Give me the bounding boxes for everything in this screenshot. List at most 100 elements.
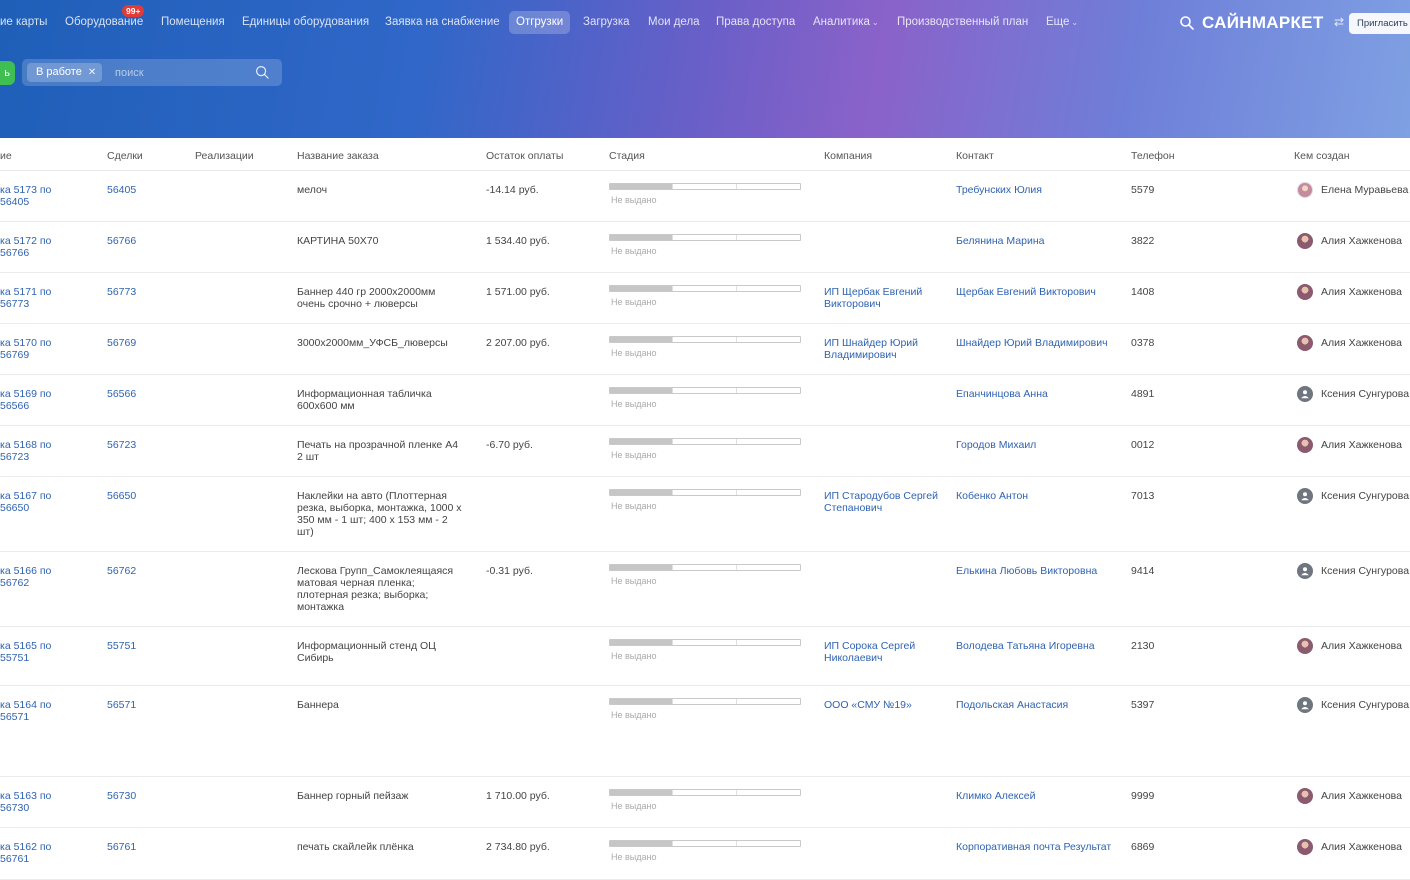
stage-progress[interactable]: Не выдано	[609, 564, 801, 587]
nav-item-access-rights[interactable]: Права доступа	[709, 11, 802, 34]
creator[interactable]: Алия Хажкенова	[1297, 437, 1402, 453]
nav-item-loading[interactable]: Загрузка	[576, 11, 637, 34]
deal-link[interactable]: 56566	[107, 388, 136, 400]
nav-item-more[interactable]: Еще ⌄	[1039, 11, 1085, 34]
nav-item-rooms[interactable]: Помещения	[154, 11, 232, 34]
nav-item-maps[interactable]: ие карты	[0, 11, 54, 34]
shipment-name-link[interactable]: ка 5173 по 56405	[0, 184, 68, 208]
stage-progress[interactable]: Не выдано	[609, 183, 801, 206]
contact-link[interactable]: Климко Алексей	[956, 790, 1121, 802]
column-header-balance[interactable]: Остаток оплаты	[486, 150, 563, 162]
shipment-name-link[interactable]: ка 5168 по 56723	[0, 439, 68, 463]
filter-chip[interactable]: В работе ✕	[27, 63, 103, 82]
invite-button[interactable]: Пригласить	[1349, 13, 1410, 34]
contact-link[interactable]: Кобенко Антон	[956, 490, 1121, 502]
table-row[interactable]: ка 5168 по 56723 56723 Печать на прозрачно…	[0, 426, 1410, 477]
creator[interactable]: Алия Хажкенова	[1297, 284, 1402, 300]
stage-progress[interactable]: Не выдано	[609, 639, 801, 662]
contact-link[interactable]: Требунских Юлия	[956, 184, 1121, 196]
swap-icon[interactable]: ⇄	[1334, 15, 1344, 29]
contact-link[interactable]: Подольская Анастасия	[956, 699, 1121, 711]
shipment-name-link[interactable]: ка 5164 по 56571	[0, 699, 68, 723]
stage-progress[interactable]: Не выдано	[609, 285, 801, 308]
nav-item-equipment-units[interactable]: Единицы оборудования	[235, 11, 376, 34]
nav-item-my-tasks[interactable]: Мои дела	[641, 11, 707, 34]
nav-item-shipments[interactable]: Отгрузки	[509, 11, 571, 34]
creator[interactable]: Алия Хажкенова	[1297, 233, 1402, 249]
stage-bar[interactable]	[609, 489, 801, 496]
shipment-name-link[interactable]: ка 5171 по 56773	[0, 286, 68, 310]
column-header-realizations[interactable]: Реализации	[195, 150, 254, 162]
shipment-name-link[interactable]: ка 5166 по 56762	[0, 565, 68, 589]
stage-progress[interactable]: Не выдано	[609, 789, 801, 812]
deal-link[interactable]: 56723	[107, 439, 136, 451]
stage-progress[interactable]: Не выдано	[609, 336, 801, 359]
creator[interactable]: Алия Хажкенова	[1297, 839, 1402, 855]
deal-link[interactable]: 56571	[107, 699, 136, 711]
deal-link[interactable]: 55751	[107, 640, 136, 652]
shipment-name-link[interactable]: ка 5167 по 56650	[0, 490, 68, 514]
creator[interactable]: Алия Хажкенова	[1297, 638, 1402, 654]
table-row[interactable]: ка 5169 по 56566 56566 Информационная табл…	[0, 375, 1410, 426]
search-icon[interactable]	[255, 65, 270, 80]
stage-progress[interactable]: Не выдано	[609, 234, 801, 257]
deal-link[interactable]: 56761	[107, 841, 136, 853]
table-row[interactable]: ка 5162 по 56761 56761 печать скайлейк плё…	[0, 828, 1410, 880]
table-row[interactable]: ка 5172 по 56766 56766 КАРТИНА 50Х70 1 534.…	[0, 222, 1410, 273]
creator[interactable]: Алия Хажкенова	[1297, 788, 1402, 804]
stage-progress[interactable]: Не выдано	[609, 387, 801, 410]
deal-link[interactable]: 56762	[107, 565, 136, 577]
contact-link[interactable]: Володева Татьяна Игоревна	[956, 640, 1121, 652]
nav-item-production-plan[interactable]: Производственный план	[890, 11, 1035, 34]
stage-progress[interactable]: Не выдано	[609, 489, 801, 512]
stage-bar[interactable]	[609, 789, 801, 796]
company-link[interactable]: ИП Шнайдер Юрий Владимирович	[824, 337, 939, 361]
column-header-deals[interactable]: Сделки	[107, 150, 143, 162]
app-logo[interactable]: САЙНМАРКЕТ	[1202, 13, 1324, 33]
search-input[interactable]	[115, 63, 255, 82]
nav-item-supply-request[interactable]: Заявка на снабжение	[378, 11, 507, 34]
shipment-name-link[interactable]: ка 5162 по 56761	[0, 841, 68, 865]
stage-progress[interactable]: Не выдано	[609, 438, 801, 461]
table-row[interactable]: ка 5163 по 56730 56730 Баннер горный пейза…	[0, 777, 1410, 828]
table-row[interactable]: ка 5164 по 56571 56571 Баннера Не выдано ООО…	[0, 686, 1410, 777]
contact-link[interactable]: Щербак Евгений Викторович	[956, 286, 1121, 298]
shipment-name-link[interactable]: ка 5172 по 56766	[0, 235, 68, 259]
table-row[interactable]: ка 5171 по 56773 56773 Баннер 440 гр 2000х…	[0, 273, 1410, 324]
table-row[interactable]: ка 5170 по 56769 56769 3000х2000мм_УФСБ_лю…	[0, 324, 1410, 375]
creator[interactable]: Ксения Сунгурова	[1297, 697, 1409, 713]
stage-bar[interactable]	[609, 564, 801, 571]
stage-bar[interactable]	[609, 183, 801, 190]
stage-progress[interactable]: Не выдано	[609, 698, 801, 721]
contact-link[interactable]: Городов Михаил	[956, 439, 1121, 451]
deal-link[interactable]: 56730	[107, 790, 136, 802]
deal-link[interactable]: 56766	[107, 235, 136, 247]
company-link[interactable]: ООО «СМУ №19»	[824, 699, 939, 711]
stage-bar[interactable]	[609, 698, 801, 705]
deal-link[interactable]: 56773	[107, 286, 136, 298]
creator[interactable]: Алия Хажкенова	[1297, 335, 1402, 351]
deal-link[interactable]: 56405	[107, 184, 136, 196]
column-header-contact[interactable]: Контакт	[956, 150, 994, 162]
company-link[interactable]: ИП Стародубов Сергей Степанович	[824, 490, 939, 514]
shipment-name-link[interactable]: ка 5169 по 56566	[0, 388, 68, 412]
nav-item-equipment[interactable]: Оборудование 99+	[58, 5, 150, 34]
stage-bar[interactable]	[609, 639, 801, 646]
search-icon[interactable]	[1179, 15, 1195, 31]
stage-progress[interactable]: Не выдано	[609, 840, 801, 863]
stage-bar[interactable]	[609, 387, 801, 394]
close-icon[interactable]: ✕	[88, 67, 96, 78]
column-header-name[interactable]: ие	[0, 150, 12, 162]
stage-bar[interactable]	[609, 438, 801, 445]
creator[interactable]: Ксения Сунгурова	[1297, 563, 1409, 579]
creator[interactable]: Ксения Сунгурова	[1297, 386, 1409, 402]
table-row[interactable]: ка 5166 по 56762 56762 Лескова Групп_Самок…	[0, 552, 1410, 627]
deal-link[interactable]: 56769	[107, 337, 136, 349]
shipment-name-link[interactable]: ка 5163 по 56730	[0, 790, 68, 814]
deal-link[interactable]: 56650	[107, 490, 136, 502]
table-row[interactable]: ка 5165 по 55751 55751 Информационный стен…	[0, 627, 1410, 686]
contact-link[interactable]: Шнайдер Юрий Владимирович	[956, 337, 1121, 349]
stage-bar[interactable]	[609, 336, 801, 343]
contact-link[interactable]: Белянина Марина	[956, 235, 1121, 247]
column-header-order-name[interactable]: Название заказа	[297, 150, 379, 162]
